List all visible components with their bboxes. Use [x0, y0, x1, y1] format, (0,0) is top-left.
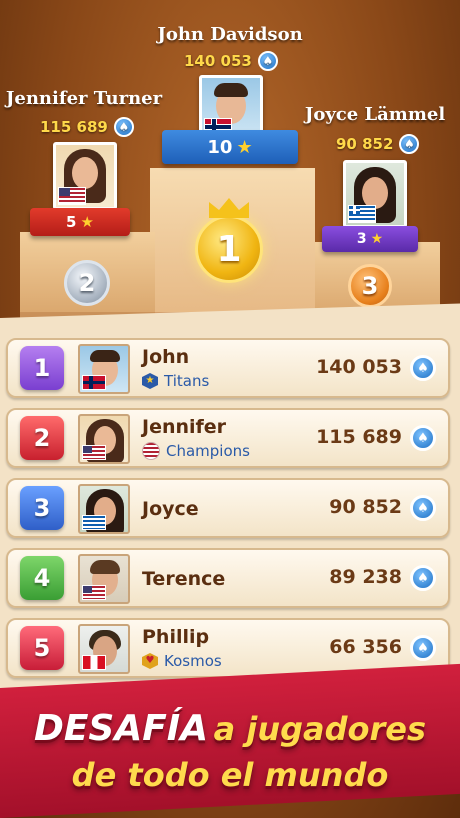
row-team: Champions — [142, 442, 250, 460]
screen: { "podium": { "first": {"name":"John Dav… — [0, 0, 460, 818]
rank-gift-icon: 5 — [20, 626, 64, 670]
bronze-medal-number: 3 — [361, 272, 379, 300]
row-score: 89 238 — [329, 566, 402, 588]
row-rank: 5 — [33, 634, 51, 662]
row-rank: 1 — [33, 354, 51, 382]
team-badge-icon: ★ — [142, 373, 158, 389]
row-team-name: Titans — [164, 372, 210, 390]
row-avatar — [78, 624, 130, 674]
rank-gift-icon: 1 — [20, 346, 64, 390]
podium-first-name: John Davidson — [157, 24, 303, 45]
silver-medal-icon: 2 — [64, 260, 110, 306]
banner-line-1-rest: a jugadores — [213, 710, 427, 748]
row-score: 66 356 — [329, 636, 402, 658]
spade-coin-icon: ♠ — [410, 495, 436, 521]
norway-flag-icon — [82, 375, 106, 390]
row-name: Phillip — [142, 626, 210, 648]
usa-flag-icon — [58, 187, 86, 205]
star-icon: ★ — [80, 213, 94, 231]
banner-emphasis: DESAFÍA — [33, 708, 209, 749]
team-flag-icon — [142, 442, 160, 460]
hair-icon — [214, 83, 248, 97]
rank-gift-icon: 4 — [20, 556, 64, 600]
rank-gift-icon: 2 — [20, 416, 64, 460]
gold-medal-number: 1 — [216, 228, 242, 270]
row-avatar — [78, 484, 130, 534]
peru-flag-icon — [82, 655, 106, 670]
podium-second-score-wrap: 115 689 ♠ — [40, 117, 134, 137]
leaderboard-row[interactable]: 2 Jennifer Champions 115 689 ♠ — [6, 408, 450, 468]
podium-first-score-wrap: 140 053 ♠ — [184, 51, 278, 71]
gold-medal-icon: 1 — [195, 215, 263, 283]
silver-medal-number: 2 — [78, 269, 96, 297]
podium-second-avatar[interactable] — [53, 142, 117, 210]
bronze-medal-icon: 3 — [348, 264, 392, 308]
row-avatar — [78, 344, 130, 394]
row-rank: 4 — [33, 564, 51, 592]
star-icon: ★ — [236, 136, 253, 158]
podium-third-level: 3 — [356, 231, 367, 247]
banner-line-1: DESAFÍA a jugadores — [0, 708, 460, 749]
row-rank: 2 — [33, 424, 51, 452]
banner-line-2: de todo el mundo — [0, 756, 460, 794]
spade-coin-icon: ♠ — [410, 635, 436, 661]
spade-coin-icon: ♠ — [410, 425, 436, 451]
row-name: Terence — [142, 568, 226, 590]
podium-third-avatar[interactable] — [343, 160, 407, 228]
star-icon: ★ — [370, 231, 384, 247]
row-rank: 3 — [33, 494, 51, 522]
row-score: 140 053 — [316, 356, 402, 378]
row-avatar — [78, 414, 130, 464]
team-badge-icon: ♥ — [142, 653, 158, 669]
spade-coin-icon: ♠ — [399, 134, 420, 154]
leaderboard-row[interactable]: 4 Terence 89 238 ♠ — [6, 548, 450, 608]
podium-second-score: 115 689 — [40, 118, 108, 136]
rank-gift-icon: 3 — [20, 486, 64, 530]
greece-flag-icon — [348, 205, 376, 223]
podium-third-ribbon: 3 ★ — [322, 226, 418, 252]
podium-third-score-wrap: 90 852 ♠ — [336, 134, 420, 154]
podium-first-level: 10 — [207, 136, 233, 158]
spade-coin-icon: ♠ — [410, 355, 436, 381]
row-score: 115 689 — [316, 426, 402, 448]
row-team: ★ Titans — [142, 372, 209, 390]
spade-coin-icon: ♠ — [257, 51, 278, 71]
podium-second-name: Jennifer Turner — [5, 88, 163, 109]
row-score: 90 852 — [329, 496, 402, 518]
podium-third-score: 90 852 — [336, 135, 394, 153]
face-icon — [72, 157, 98, 189]
row-team: ♥ Kosmos — [142, 652, 222, 670]
greece-flag-icon — [82, 515, 106, 530]
podium-second-ribbon: 5 ★ — [30, 208, 130, 236]
podium-first-ribbon: 10 ★ — [162, 130, 298, 164]
leaderboard-row[interactable]: 1 John ★ Titans 140 053 ♠ — [6, 338, 450, 398]
spade-coin-icon: ♠ — [410, 565, 436, 591]
usa-flag-icon — [82, 585, 106, 600]
podium-second-level: 5 — [66, 213, 77, 231]
row-team-name: Kosmos — [164, 652, 222, 670]
row-team-name: Champions — [166, 442, 250, 460]
spade-coin-icon: ♠ — [113, 117, 134, 137]
usa-flag-icon — [82, 445, 106, 460]
podium-first-score: 140 053 — [184, 52, 252, 70]
row-name: Jennifer — [142, 416, 227, 438]
row-avatar — [78, 554, 130, 604]
row-name: Joyce — [142, 498, 199, 520]
podium-third-name: Joyce Lämmel — [304, 104, 446, 125]
row-name: John — [142, 346, 190, 368]
leaderboard-row[interactable]: 3 Joyce 90 852 ♠ — [6, 478, 450, 538]
banner-line-2-text: de todo el mundo — [71, 756, 389, 794]
